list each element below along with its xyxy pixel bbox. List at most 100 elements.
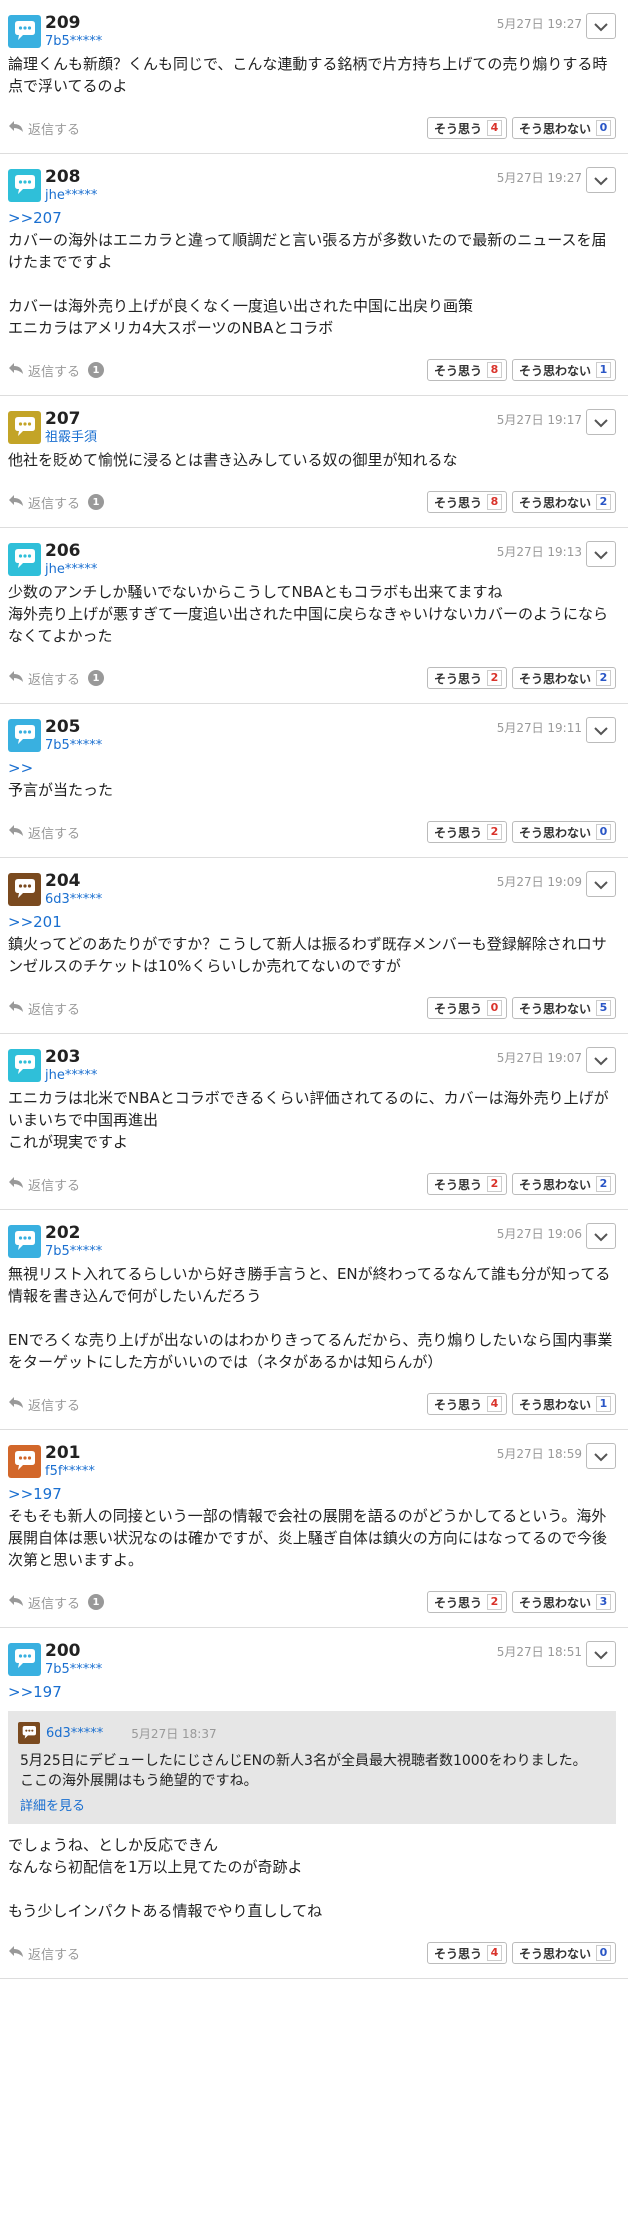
post-number: 206	[45, 541, 81, 561]
post-menu-button[interactable]	[586, 1047, 616, 1073]
user-id-link[interactable]: 7b5*****	[45, 1244, 102, 1260]
reply-anchor-link[interactable]: >>	[8, 757, 616, 779]
chevron-down-icon	[594, 545, 608, 564]
avatar[interactable]	[8, 543, 41, 576]
post-footer: 返信する そう思う 4 そう思わない 1	[8, 1391, 616, 1417]
comment-text: 無視リスト入れてるらしいから好き勝手言うと、ENが終わってるなんて誰も分が知って…	[8, 1265, 613, 1371]
agree-button[interactable]: そう思う 2	[426, 667, 507, 689]
see-details-link[interactable]: 詳細を見る	[18, 1795, 606, 1814]
vote-buttons: そう思う 8 そう思わない 2	[426, 491, 616, 513]
reply-button[interactable]: 返信する	[8, 669, 80, 688]
reply-button[interactable]: 返信する	[8, 1593, 80, 1612]
post-menu-button[interactable]	[586, 1641, 616, 1667]
post-footer: 返信する 1 そう思う 8 そう思わない 1	[8, 357, 616, 383]
comment-text: そもそも新人の同接という一部の情報で会社の展開を語るのがどうかしてるという。海外…	[8, 1507, 607, 1569]
reply-anchor-link[interactable]: >>207	[8, 207, 616, 229]
disagree-button[interactable]: そう思わない 2	[511, 1173, 616, 1195]
avatar[interactable]	[8, 169, 41, 202]
reply-count-badge[interactable]: 1	[88, 494, 105, 510]
reply-button[interactable]: 返信する	[8, 999, 80, 1018]
user-id-link[interactable]: 7b5*****	[45, 34, 102, 50]
agree-button[interactable]: そう思う 0	[426, 997, 507, 1019]
reply-count-badge[interactable]: 1	[88, 670, 105, 686]
reply-label: 返信する	[28, 826, 81, 842]
reply-arrow-icon	[8, 1176, 28, 1193]
avatar[interactable]	[8, 1643, 41, 1676]
post-footer: 返信する 1 そう思う 2 そう思わない 3	[8, 1589, 616, 1615]
disagree-label: そう思わない	[518, 671, 591, 686]
reply-button[interactable]: 返信する	[8, 823, 80, 842]
agree-button[interactable]: そう思う 4	[426, 1942, 507, 1964]
user-id-link[interactable]: jhe*****	[45, 188, 97, 204]
reply-arrow-icon	[8, 1000, 28, 1017]
agree-button[interactable]: そう思う 2	[426, 1591, 507, 1613]
post-footer: 返信する そう思う 0 そう思わない 5	[8, 995, 616, 1021]
reply-anchor-link[interactable]: >>197	[8, 1681, 616, 1703]
avatar[interactable]	[8, 1225, 41, 1258]
vote-buttons: そう思う 2 そう思わない 3	[426, 1591, 616, 1613]
agree-button[interactable]: そう思う 4	[426, 117, 507, 139]
disagree-button[interactable]: そう思わない 2	[511, 491, 616, 513]
disagree-button[interactable]: そう思わない 0	[511, 117, 616, 139]
avatar[interactable]	[8, 1445, 41, 1478]
agree-count: 2	[486, 670, 502, 686]
reply-button[interactable]: 返信する	[8, 119, 80, 138]
post-menu-button[interactable]	[586, 541, 616, 567]
agree-button[interactable]: そう思う 8	[426, 491, 507, 513]
reply-button[interactable]: 返信する	[8, 1944, 80, 1963]
reply-button[interactable]: 返信する	[8, 1175, 80, 1194]
reply-label: 返信する	[28, 1398, 81, 1414]
user-id-link[interactable]: f5f*****	[45, 1464, 95, 1480]
disagree-button[interactable]: そう思わない 5	[511, 997, 616, 1019]
comment-text: エニカラは北米でNBAとコラボできるくらい評価されてるのに、カバーは海外売り上げ…	[8, 1089, 609, 1151]
post-menu-button[interactable]	[586, 13, 616, 39]
quoted-comment[interactable]: 6d3***** 5月27日 18:37 5月25日にデビューしたにじさんじENの新…	[8, 1711, 616, 1824]
agree-button[interactable]: そう思う 2	[426, 821, 507, 843]
disagree-button[interactable]: そう思わない 0	[511, 821, 616, 843]
quote-user-id[interactable]: 6d3*****	[46, 1726, 103, 1741]
post-footer: 返信する そう思う 2 そう思わない 2	[8, 1171, 616, 1197]
vote-buttons: そう思う 8 そう思わない 1	[426, 359, 616, 381]
user-id-link[interactable]: 7b5*****	[45, 738, 102, 754]
user-id-link[interactable]: jhe*****	[45, 562, 97, 578]
avatar[interactable]	[8, 411, 41, 444]
disagree-button[interactable]: そう思わない 0	[511, 1942, 616, 1964]
reply-count-badge[interactable]: 1	[88, 362, 105, 378]
reply-label: 返信する	[28, 1178, 81, 1194]
user-id-link[interactable]: 7b5*****	[45, 1662, 102, 1678]
disagree-label: そう思わない	[518, 495, 591, 510]
disagree-button[interactable]: そう思わない 1	[511, 1393, 616, 1415]
avatar[interactable]	[8, 1049, 41, 1082]
speech-bubble-icon	[8, 1225, 41, 1258]
reply-button[interactable]: 返信する	[8, 493, 80, 512]
post-menu-button[interactable]	[586, 167, 616, 193]
disagree-count: 0	[596, 824, 611, 840]
avatar[interactable]	[8, 873, 41, 906]
post-menu-button[interactable]	[586, 1443, 616, 1469]
post-menu-button[interactable]	[586, 871, 616, 897]
disagree-button[interactable]: そう思わない 3	[511, 1591, 616, 1613]
disagree-button[interactable]: そう思わない 1	[511, 359, 616, 381]
avatar[interactable]	[8, 15, 41, 48]
post-menu-button[interactable]	[586, 409, 616, 435]
reply-anchor-link[interactable]: >>197	[8, 1483, 616, 1505]
reply-button[interactable]: 返信する	[8, 1395, 80, 1414]
speech-bubble-icon	[18, 1722, 40, 1744]
post-menu-button[interactable]	[586, 1223, 616, 1249]
reply-button[interactable]: 返信する	[8, 361, 80, 380]
user-id-link[interactable]: jhe*****	[45, 1068, 97, 1084]
user-id-link[interactable]: 6d3*****	[45, 892, 102, 908]
user-id-link[interactable]: 祖霰手須	[45, 430, 97, 446]
agree-button[interactable]: そう思う 2	[426, 1173, 507, 1195]
agree-button[interactable]: そう思う 8	[426, 359, 507, 381]
avatar[interactable]	[8, 719, 41, 752]
agree-button[interactable]: そう思う 4	[426, 1393, 507, 1415]
vote-buttons: そう思う 4 そう思わない 0	[426, 1942, 616, 1964]
reply-label: 返信する	[28, 364, 81, 380]
reply-anchor-link[interactable]: >>201	[8, 911, 616, 933]
reply-count-badge[interactable]: 1	[88, 1594, 105, 1610]
disagree-button[interactable]: そう思わない 2	[511, 667, 616, 689]
agree-label: そう思う	[433, 1946, 482, 1961]
reply-arrow-icon	[8, 494, 28, 511]
post-menu-button[interactable]	[586, 717, 616, 743]
